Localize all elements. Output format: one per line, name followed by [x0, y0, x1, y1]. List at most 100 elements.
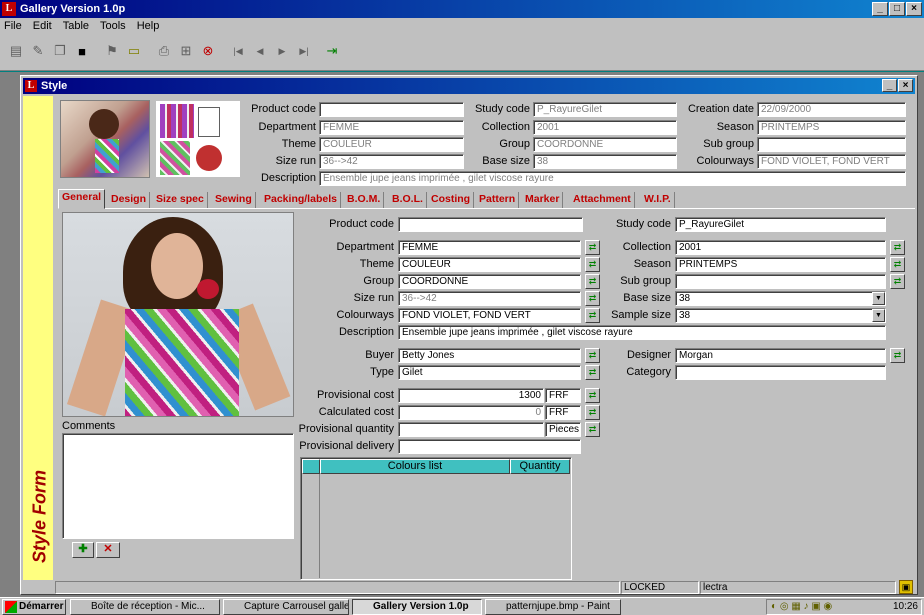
- department-field[interactable]: FEMME: [398, 240, 581, 255]
- calculated-cost-lookup-button[interactable]: ⇄: [585, 405, 600, 420]
- tab-marker[interactable]: Marker: [522, 192, 564, 208]
- sub-group-field[interactable]: [675, 274, 886, 289]
- group-label: Group: [363, 275, 394, 287]
- start-button[interactable]: Démarrer: [2, 599, 66, 615]
- exit-icon[interactable]: ⇥: [322, 41, 342, 61]
- close-button[interactable]: ×: [906, 2, 922, 16]
- print-icon[interactable]: ⎙: [154, 41, 174, 61]
- base-size-dropdown-icon[interactable]: ▼: [872, 292, 885, 305]
- provisional-cost-currency[interactable]: FRF: [545, 388, 581, 403]
- hdr-product-code-field[interactable]: [319, 102, 464, 117]
- hdr-creation-date-field[interactable]: 22/09/2000: [757, 102, 906, 117]
- print-swatch-1: [160, 104, 194, 138]
- delete-record-icon[interactable]: ⊗: [198, 41, 218, 61]
- provisional-cost-label: Provisional cost: [316, 389, 394, 401]
- hdr-base-size-field[interactable]: 38: [533, 154, 677, 169]
- tab-bom[interactable]: B.O.M.: [344, 192, 385, 208]
- maximize-button[interactable]: □: [889, 2, 905, 16]
- provisional-cost-field[interactable]: 1300: [398, 388, 544, 403]
- taskbar-item-capture[interactable]: Capture Carrousel galler...: [223, 599, 349, 615]
- hdr-group-field[interactable]: COORDONNE: [533, 137, 677, 152]
- hdr-study-code-field[interactable]: P_RayureGilet: [533, 102, 677, 117]
- tab-design[interactable]: Design: [108, 192, 151, 208]
- menu-edit[interactable]: Edit: [33, 20, 52, 33]
- tab-pattern[interactable]: Pattern: [476, 192, 520, 208]
- sample-size-select[interactable]: 38: [675, 308, 886, 323]
- tab-attachment[interactable]: Attachment: [570, 192, 635, 208]
- provisional-quantity-unit[interactable]: Pieces: [545, 422, 581, 437]
- previous-record-icon[interactable]: ◀: [250, 41, 270, 61]
- save-icon[interactable]: ■: [72, 41, 92, 61]
- hdr-department-field[interactable]: FEMME: [319, 120, 464, 135]
- taskbar-item-inbox[interactable]: Boîte de réception - Mic...: [70, 599, 220, 615]
- sample-size-dropdown-icon[interactable]: ▼: [872, 309, 885, 322]
- tray-icons: ◐ ◎ ▦ ♪ ▣ ◉: [771, 601, 833, 612]
- description-label: Description: [338, 326, 394, 338]
- theme-field[interactable]: COULEUR: [398, 257, 581, 272]
- taskbar-item-gallery[interactable]: Gallery Version 1.0p: [352, 599, 482, 615]
- category-field[interactable]: [675, 365, 886, 380]
- menu-tools[interactable]: Tools: [100, 20, 126, 33]
- colours-list-header[interactable]: Colours list: [320, 459, 510, 474]
- minimize-button[interactable]: _: [872, 2, 888, 16]
- collection-field[interactable]: 2001: [675, 240, 886, 255]
- type-field[interactable]: Gilet: [398, 365, 581, 380]
- group-field[interactable]: COORDONNE: [398, 274, 581, 289]
- provisional-quantity-lookup-button[interactable]: ⇄: [585, 422, 600, 437]
- delete-comment-button[interactable]: ✕: [96, 542, 120, 558]
- sub-group-lookup-button[interactable]: ⇄: [890, 274, 905, 289]
- buyer-field[interactable]: Betty Jones: [398, 348, 581, 363]
- edit-icon[interactable]: ✎: [28, 41, 48, 61]
- style-minimize-button[interactable]: _: [882, 79, 897, 92]
- quantity-header[interactable]: Quantity: [510, 459, 570, 474]
- open-folder-icon[interactable]: ▭: [124, 41, 144, 61]
- style-close-button[interactable]: ×: [898, 79, 913, 92]
- add-comment-button[interactable]: ✚: [72, 542, 94, 558]
- comments-textarea[interactable]: [62, 433, 294, 539]
- tab-general[interactable]: General: [58, 189, 106, 209]
- size-run-field[interactable]: 36-->42: [398, 291, 581, 306]
- calculated-cost-currency[interactable]: FRF: [545, 405, 581, 420]
- copy-icon[interactable]: ❐: [50, 41, 70, 61]
- study-code-field[interactable]: P_RayureGilet: [675, 217, 886, 232]
- description-field[interactable]: Ensemble jupe jeans imprimée , gilet vis…: [398, 325, 886, 340]
- preview-icon[interactable]: ⊞: [176, 41, 196, 61]
- hdr-season-field[interactable]: PRINTEMPS: [757, 120, 906, 135]
- taskbar-paint-label: patternjupe.bmp - Paint: [506, 601, 610, 612]
- product-code-field[interactable]: [398, 217, 583, 232]
- designer-field[interactable]: Morgan: [675, 348, 886, 363]
- provisional-cost-lookup-button[interactable]: ⇄: [585, 388, 600, 403]
- next-record-icon[interactable]: ▶: [272, 41, 292, 61]
- base-size-select[interactable]: 38: [675, 291, 886, 306]
- hdr-description-field[interactable]: Ensemble jupe jeans imprimée , gilet vis…: [319, 171, 906, 186]
- hdr-colourways-field[interactable]: FOND VIOLET, FOND VERT: [757, 154, 906, 169]
- collection-lookup-button[interactable]: ⇄: [890, 240, 905, 255]
- hdr-theme-field[interactable]: COULEUR: [319, 137, 464, 152]
- tab-bol[interactable]: B.O.L.: [389, 192, 427, 208]
- menu-help[interactable]: Help: [137, 20, 160, 33]
- tab-wip[interactable]: W.I.P.: [641, 192, 675, 208]
- calculated-cost-field[interactable]: 0: [398, 405, 544, 420]
- season-field[interactable]: PRINTEMPS: [675, 257, 886, 272]
- tab-sewing[interactable]: Sewing: [212, 192, 256, 208]
- collection-label: Collection: [622, 241, 671, 253]
- provisional-quantity-field[interactable]: [398, 422, 544, 437]
- tab-packing-labels[interactable]: Packing/labels: [261, 192, 341, 208]
- designer-lookup-button[interactable]: ⇄: [890, 348, 905, 363]
- menu-table[interactable]: Table: [63, 20, 89, 33]
- tab-costing[interactable]: Costing: [428, 192, 475, 208]
- hdr-sub-group-field[interactable]: [757, 137, 906, 152]
- new-icon[interactable]: ▤: [6, 41, 26, 61]
- hdr-collection-field[interactable]: 2001: [533, 120, 677, 135]
- filter-icon[interactable]: ⚑: [102, 41, 122, 61]
- taskbar-item-paint[interactable]: patternjupe.bmp - Paint: [485, 599, 621, 615]
- tab-size-spec[interactable]: Size spec: [153, 192, 208, 208]
- photo-flower: [197, 279, 219, 299]
- season-lookup-button[interactable]: ⇄: [890, 257, 905, 272]
- menu-file[interactable]: File: [4, 20, 22, 33]
- hdr-size-run-field[interactable]: 36-->42: [319, 154, 464, 169]
- last-record-icon[interactable]: ▶|: [294, 41, 314, 61]
- provisional-delivery-field[interactable]: [398, 439, 581, 454]
- colourways-field[interactable]: FOND VIOLET, FOND VERT: [398, 308, 581, 323]
- first-record-icon[interactable]: |◀: [228, 41, 248, 61]
